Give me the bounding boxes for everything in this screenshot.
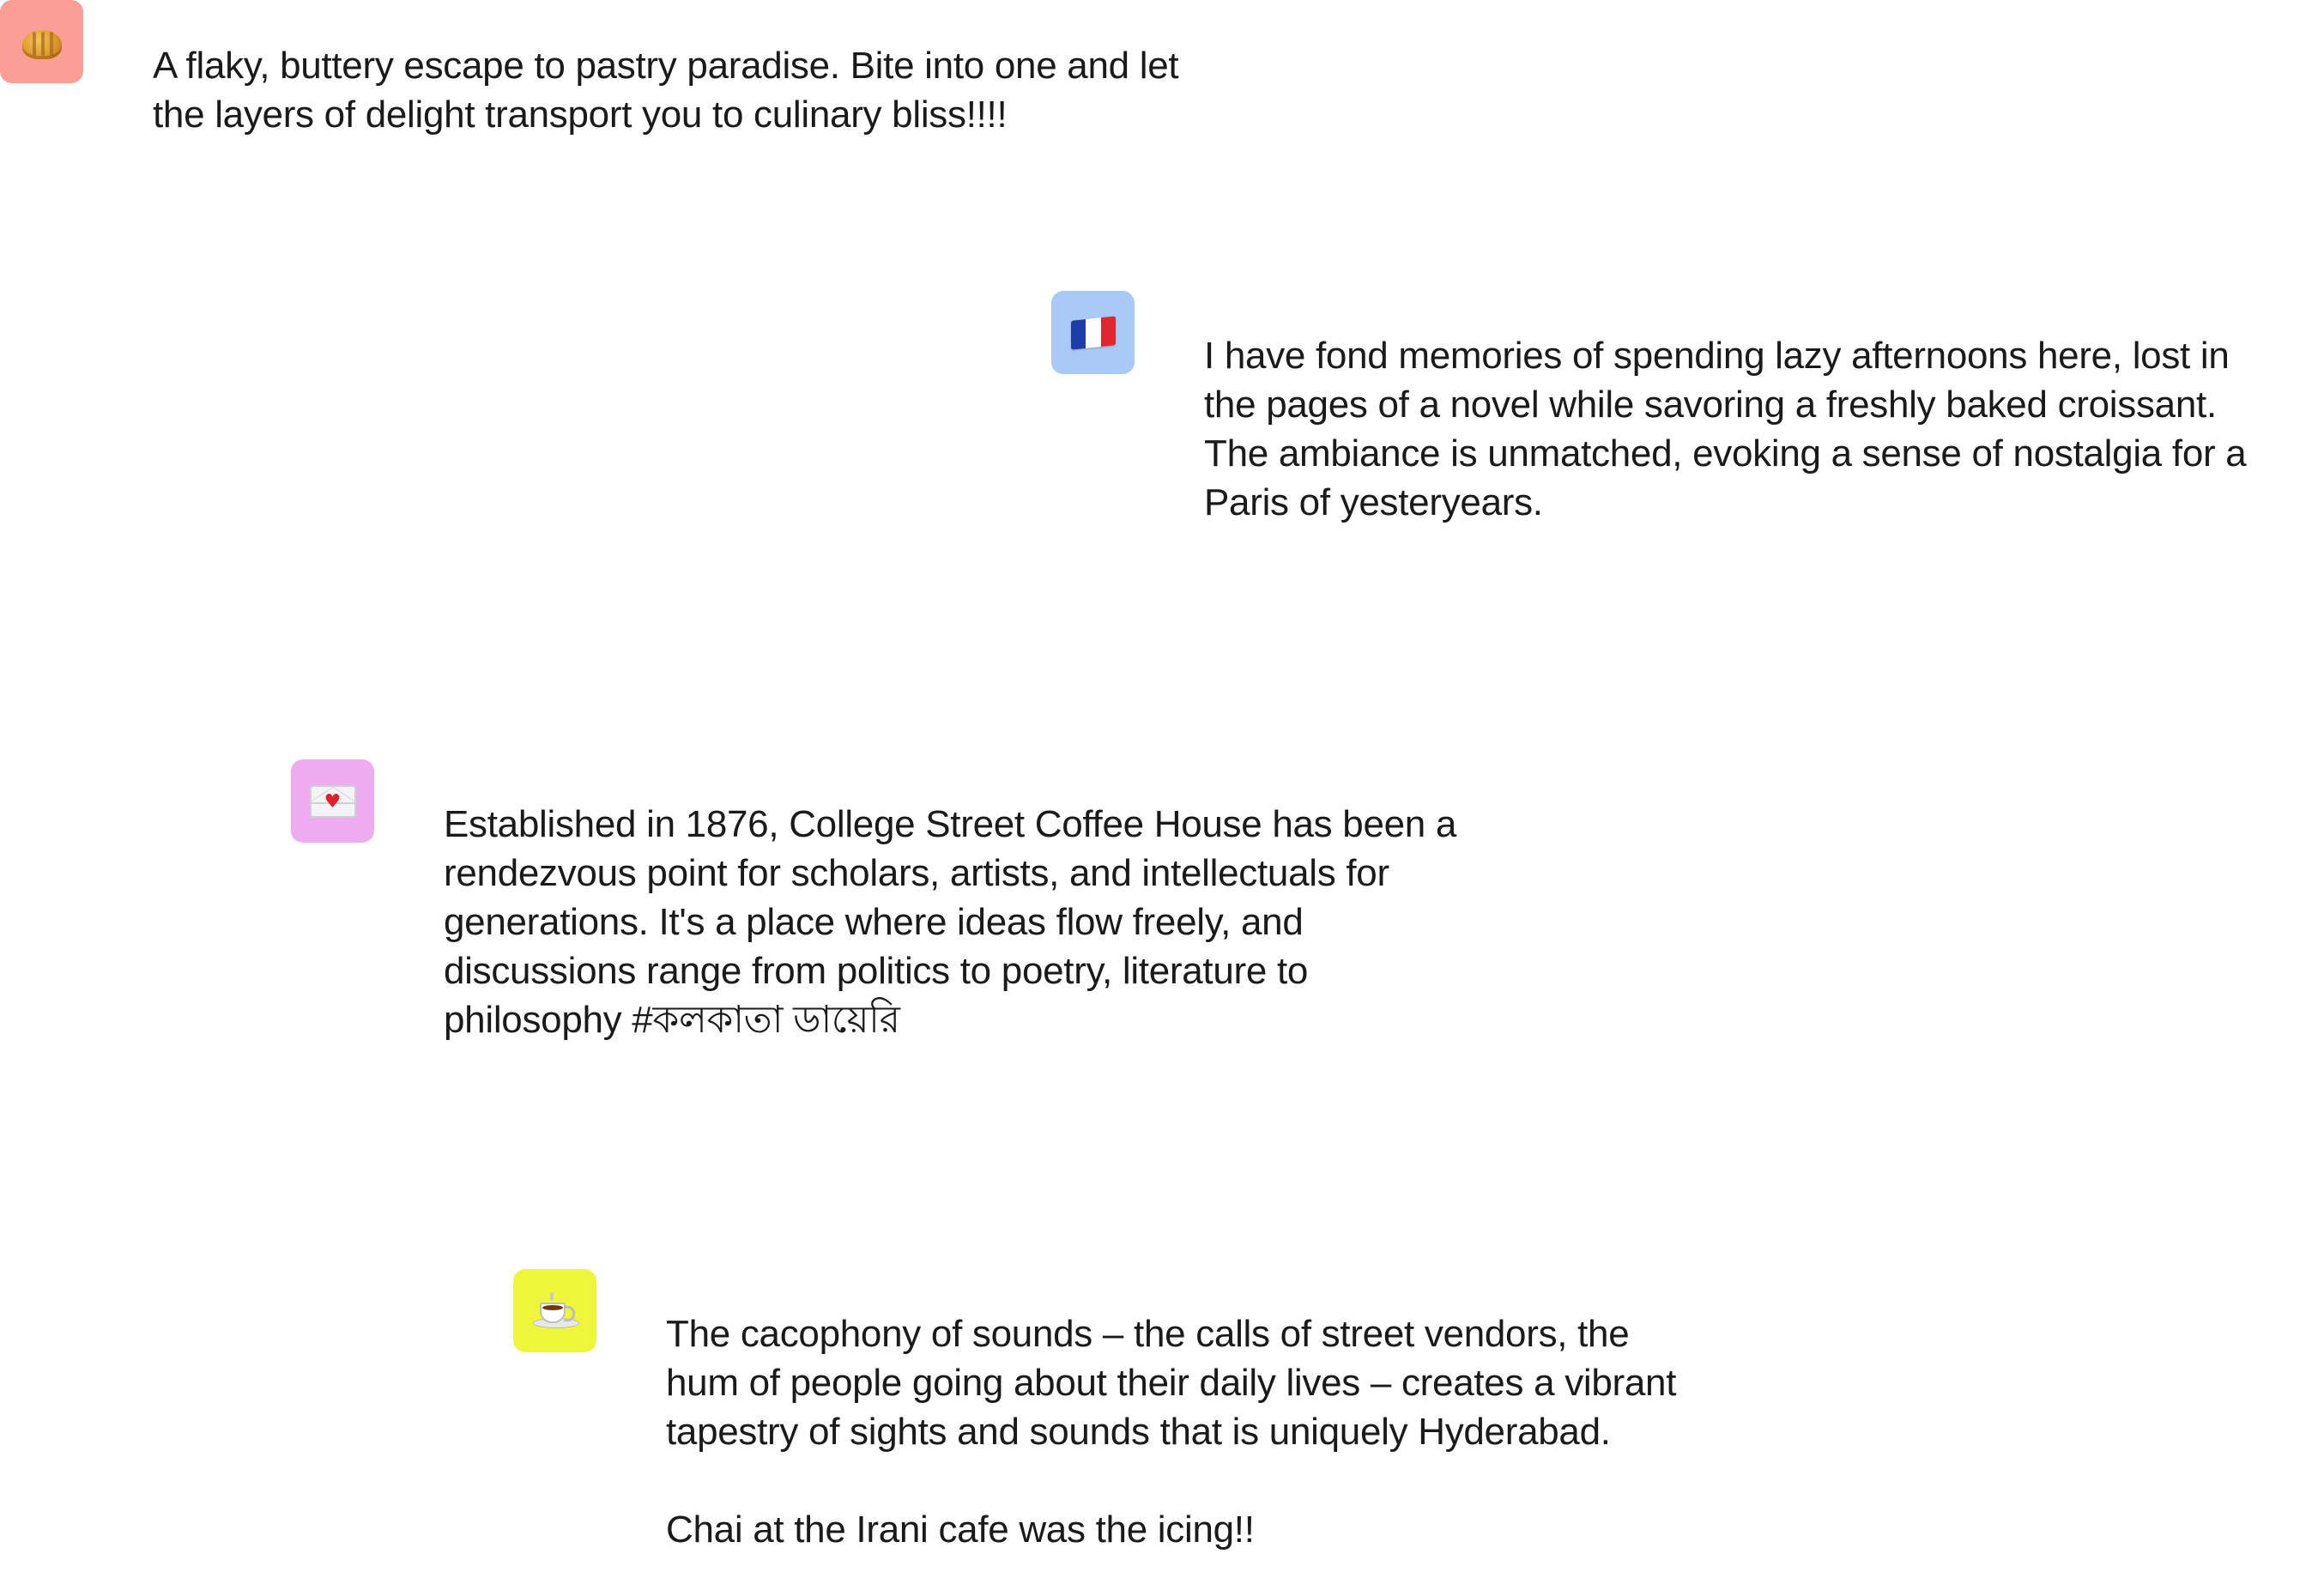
post-text: The cacophony of sounds – the calls of s… xyxy=(666,1313,1677,1551)
croissant-icon xyxy=(0,0,83,83)
love-letter-icon: ♥ xyxy=(291,759,374,843)
post-text: I have fond memories of spending lazy af… xyxy=(1204,335,2247,523)
post-text: A flaky, buttery escape to pastry paradi… xyxy=(153,45,1179,136)
post-text: Established in 1876, College Street Coff… xyxy=(444,803,1457,1041)
hot-beverage-icon xyxy=(513,1269,596,1352)
france-flag-icon xyxy=(1051,291,1135,374)
